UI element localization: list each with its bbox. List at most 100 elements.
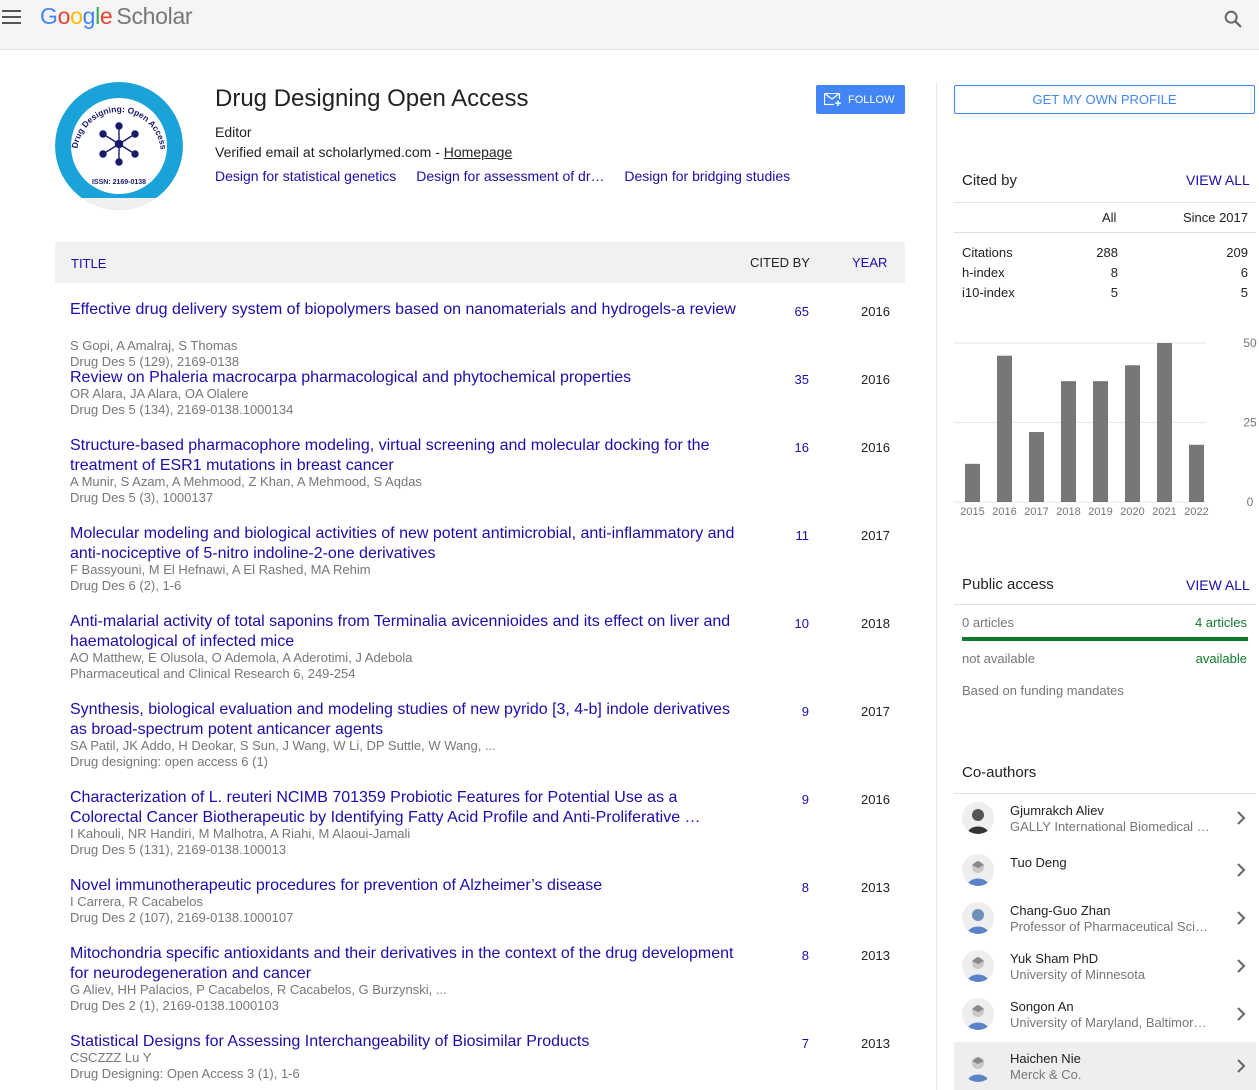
interest-link[interactable]: Design for statistical genetics (215, 168, 396, 184)
profile-affiliation: Editor (215, 124, 252, 140)
article-venue: Drug Des 5 (134), 2169-0138.1000134 (70, 402, 294, 417)
person-icon (962, 1050, 994, 1082)
metric-all: 8 (1110, 265, 1118, 280)
article-title-link[interactable]: Mitochondria specific antioxidants and t… (70, 944, 742, 984)
article-title-link[interactable]: Review on Phaleria macrocarpa pharmacolo… (70, 368, 742, 388)
coauthor-item[interactable]: Chang-Guo Zhan Professor of Pharmaceutica… (954, 894, 1256, 942)
article-meta: A Munir, S Azam, A Mehmood, Z Khan, A Me… (70, 474, 742, 506)
article-cited-by-link[interactable]: 9 (802, 704, 809, 719)
metric-label[interactable]: i10-index (962, 285, 1015, 300)
person-icon (962, 998, 994, 1030)
coauthor-name: Chang-Guo Zhan (1010, 903, 1111, 918)
x-tick-label: 2016 (992, 506, 1016, 518)
article-meta: CSCZZZ Lu Y Drug Designing: Open Access 3… (70, 1050, 742, 1082)
article-venue: Drug Des 6 (2), 1-6 (70, 578, 182, 593)
bar-2019[interactable] (1093, 381, 1108, 502)
citations-per-year-chart: 0 25 50 2015 2016 2017 2018 2019 2020 2021 2022 (954, 335, 1259, 520)
search-icon[interactable] (1222, 8, 1244, 30)
article-cited-by-link[interactable]: 10 (795, 616, 809, 631)
bar-2015[interactable] (965, 463, 980, 502)
article-row: Characterization of L. reuteri NCIMB 701… (55, 788, 905, 857)
metric-label[interactable]: h-index (962, 265, 1005, 280)
article-year: 2013 (861, 1036, 890, 1051)
public-access-view-all[interactable]: VIEW ALL (1186, 577, 1250, 593)
pa-not-available-label: not available (962, 651, 1035, 666)
journal-logo-icon: Drug Designing: Open Access ISSN: 2169-0… (55, 82, 183, 210)
get-my-own-profile-button[interactable]: GET MY OWN PROFILE (954, 85, 1255, 114)
sort-by-cited[interactable]: CITED BY (750, 255, 810, 270)
coauthor-avatar (962, 902, 994, 934)
article-cited-by-link[interactable]: 35 (795, 372, 809, 387)
metric-since: 209 (1226, 245, 1248, 260)
coauthor-name: Yuk Sham PhD (1010, 951, 1099, 966)
public-access-title: Public access (962, 576, 1054, 593)
article-title-link[interactable]: Characterization of L. reuteri NCIMB 701… (70, 788, 742, 828)
follow-button[interactable]: FOLLOW (816, 85, 905, 114)
article-cited-by-link[interactable]: 8 (802, 948, 809, 963)
bar-2020[interactable] (1125, 365, 1140, 502)
article-title-link[interactable]: Anti-malarial activity of total saponins… (70, 612, 742, 652)
x-tick-label: 2021 (1152, 506, 1176, 518)
bar-2021[interactable] (1157, 343, 1172, 502)
sort-by-year[interactable]: YEAR (852, 255, 887, 270)
coauthor-item[interactable]: Haichen Nie Merck & Co. (954, 1042, 1256, 1090)
y-tick-label: 25 (1243, 416, 1257, 430)
article-meta: I Carrera, R Cacabelos Drug Des 2 (107), … (70, 894, 742, 926)
interest-link[interactable]: Design for assessment of dr… (416, 168, 604, 184)
coauthor-item[interactable]: Yuk Sham PhD University of Minnesota (954, 942, 1256, 990)
coauthor-affiliation: University of Maryland, Baltimore… (1010, 1015, 1210, 1030)
hamburger-menu-icon[interactable] (2, 10, 22, 26)
profile-avatar: Drug Designing: Open Access ISSN: 2169-0… (55, 82, 183, 210)
x-tick-label: 2018 (1056, 506, 1080, 518)
homepage-link[interactable]: Homepage (444, 144, 513, 160)
metric-since: 5 (1240, 285, 1248, 300)
article-title-link[interactable]: Novel immunotherapeutic procedures for p… (70, 876, 742, 896)
article-meta: AO Matthew, E Olusola, O Ademola, A Ader… (70, 650, 742, 682)
coauthor-name: Haichen Nie (1010, 1051, 1081, 1066)
bar-2022[interactable] (1189, 444, 1204, 502)
coauthor-item[interactable]: Gjumrakch Aliev GALLY International Biome… (954, 794, 1256, 842)
col-since: Since 2017 (1182, 210, 1248, 225)
bar-2016[interactable] (997, 355, 1012, 502)
coauthor-item[interactable]: Songon An University of Maryland, Baltimo… (954, 990, 1256, 1038)
article-year: 2018 (861, 616, 890, 631)
metric-label[interactable]: Citations (962, 245, 1013, 260)
x-tick-label: 2019 (1088, 506, 1112, 518)
article-row: Review on Phaleria macrocarpa pharmacolo… (55, 368, 905, 436)
article-venue: Drug Des 2 (107), 2169-0138.1000107 (70, 910, 294, 925)
article-year: 2016 (861, 792, 890, 807)
article-cited-by-link[interactable]: 65 (795, 304, 809, 319)
article-title-link[interactable]: Molecular modeling and biological activi… (70, 524, 742, 564)
article-cited-by-link[interactable]: 11 (796, 528, 810, 543)
coauthor-name: Gjumrakch Aliev (1010, 803, 1104, 818)
cited-by-view-all[interactable]: VIEW ALL (1186, 172, 1250, 188)
bar-2017[interactable] (1029, 432, 1044, 502)
articles-table-header: TITLE CITED BY YEAR (55, 242, 905, 283)
article-cited-by-link[interactable]: 7 (802, 1036, 809, 1051)
coauthor-avatar (962, 854, 994, 886)
article-row: Anti-malarial activity of total saponins… (55, 612, 905, 682)
article-venue: Drug Des 5 (131), 2169-0138.100013 (70, 842, 287, 857)
bar-2018[interactable] (1061, 381, 1076, 502)
article-cited-by-link[interactable]: 16 (795, 440, 809, 455)
google-scholar-logo[interactable]: Google Scholar (40, 3, 193, 30)
coauthor-name: Tuo Deng (1010, 855, 1067, 870)
article-title-link[interactable]: Statistical Designs for Assessing Interc… (70, 1032, 742, 1052)
article-authors: F Bassyouni, M El Hefnawi, A El Rashed, … (70, 562, 371, 577)
coauthor-affiliation: Professor of Pharmaceutical Sci… (1010, 919, 1208, 934)
coauthor-item[interactable]: Tuo Deng (954, 846, 1256, 894)
article-title-link[interactable]: Structure-based pharmacophore modeling, … (70, 436, 742, 476)
coauthor-avatar (962, 1050, 994, 1082)
article-title-link[interactable]: Synthesis, biological evaluation and mod… (70, 700, 742, 740)
coauthor-avatar (962, 950, 994, 982)
article-cited-by-link[interactable]: 9 (802, 792, 809, 807)
pa-available-count[interactable]: 4 articles (1195, 615, 1247, 630)
interest-link[interactable]: Design for bridging studies (624, 168, 790, 184)
y-tick-label: 50 (1243, 336, 1257, 350)
research-interests: Design for statistical genetics Design f… (215, 168, 806, 184)
pa-note: Based on funding mandates (962, 683, 1124, 698)
sort-by-title[interactable]: TITLE (71, 256, 106, 271)
article-cited-by-link[interactable]: 8 (802, 880, 809, 895)
article-title-link[interactable]: Effective drug delivery system of biopol… (70, 300, 742, 320)
pa-not-available-count[interactable]: 0 articles (962, 615, 1014, 630)
